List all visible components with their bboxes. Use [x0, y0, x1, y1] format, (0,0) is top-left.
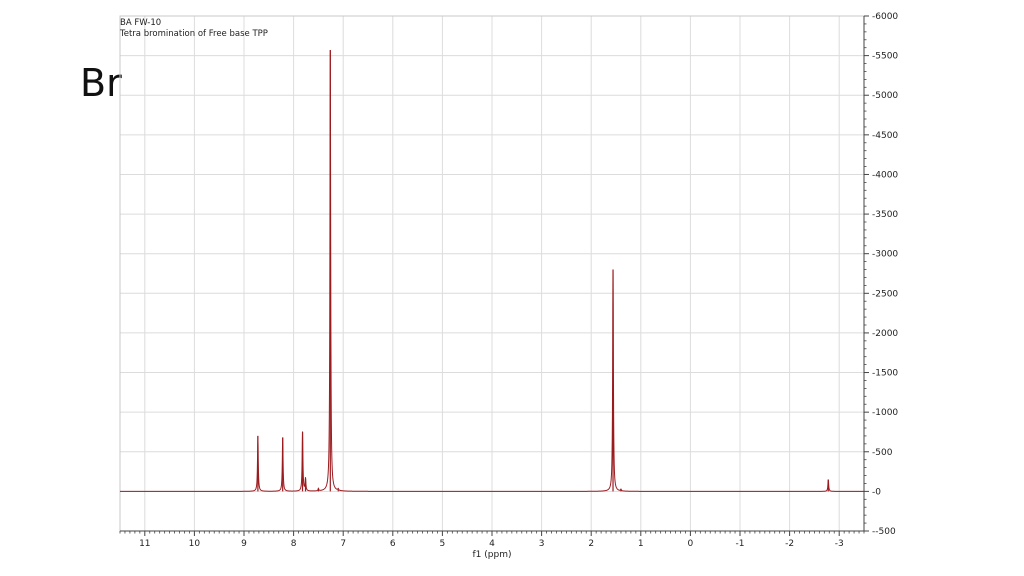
x-tick-label: 10	[189, 539, 201, 549]
x-tick-label: 1	[638, 539, 644, 549]
x-tick-label: 5	[440, 539, 446, 549]
spectrum-header-line: BA FW-10	[120, 18, 161, 28]
y-axis: -6000 -5500 -5000 -4500 -4000 -3500 -3000 -2500…	[864, 12, 898, 537]
y-tick-label: -1500	[872, 369, 898, 379]
x-tick-label: 0	[688, 539, 694, 549]
gridlines	[120, 15, 864, 532]
y-tick-label: -3500	[872, 210, 898, 220]
x-tick-label: 6	[390, 539, 396, 549]
y-tick-label: -2500	[872, 289, 898, 299]
x-tick-label: -2	[785, 539, 794, 549]
y-tick-label: -2000	[872, 329, 898, 339]
y-tick-label: -500	[872, 448, 893, 458]
y-tick-label: --500	[872, 527, 896, 537]
x-tick-label: 7	[340, 539, 346, 549]
x-tick-label: -1	[736, 539, 745, 549]
x-tick-label: 9	[241, 539, 247, 549]
y-tick-label: -4500	[872, 131, 898, 141]
y-tick-label: -5500	[872, 52, 898, 62]
spectrum-subtitle-line: Tetra bromination of Free base TPP	[119, 29, 268, 39]
nmr-spectrum-chart: 11 10 9 8 7 6 5 4 3 2 1 0 -1 -2 -3 -6000-5500-5000-450…	[119, 12, 898, 560]
x-axis: 11 10 9 8 7 6 5 4 3 2 1 0 -1 -2 -3	[119, 531, 865, 549]
y-tick-label: -0	[872, 487, 881, 497]
x-tick-label: 8	[291, 539, 297, 549]
x-tick-label: 4	[489, 539, 495, 549]
x-tick-label: -3	[835, 539, 844, 549]
x-tick-label: 3	[539, 539, 545, 549]
y-tick-label: -6000	[872, 12, 898, 22]
y-tick-label: -3000	[872, 250, 898, 260]
y-tick-label: -4000	[872, 170, 898, 180]
x-tick-label: 2	[588, 539, 594, 549]
y-tick-label: -1000	[872, 408, 898, 418]
y-tick-label: -5000	[872, 91, 898, 101]
x-tick-label: 11	[139, 539, 150, 549]
x-axis-label: f1 (ppm)	[473, 550, 512, 560]
